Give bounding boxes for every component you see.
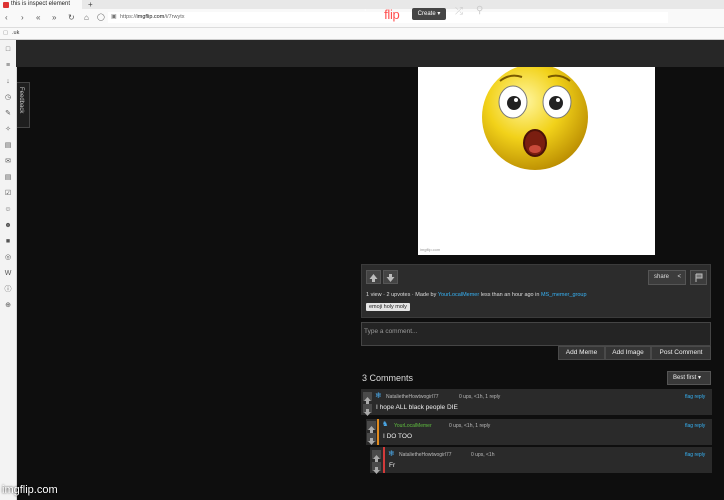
- downvote-button[interactable]: [383, 270, 398, 284]
- meme-watermark: imgflip.com: [420, 247, 441, 252]
- edit-icon[interactable]: ✎: [4, 110, 12, 118]
- comment-username[interactable]: NatalietheHowtwogirl77: [399, 452, 452, 458]
- browser-sidebar: □ ≡ ↓ ◷ ✎ ✧ ▤ ✉ ▤ ☑ ☺ ☻ ■ ◎ Wⓘ ⊕: [0, 40, 17, 500]
- comment-text: I hope ALL black people DIE: [376, 404, 458, 411]
- rewind-icon[interactable]: «: [36, 13, 40, 23]
- meme-image: [418, 64, 655, 255]
- comment-username[interactable]: NatalietheHowtwogirl77: [386, 394, 439, 400]
- mail-icon[interactable]: ✉: [4, 158, 12, 166]
- profile-icon[interactable]: ☻: [4, 222, 12, 230]
- reply-bar: [377, 419, 379, 445]
- flag-reply-links[interactable]: flag reply: [685, 423, 705, 429]
- bookmark-item[interactable]: .uk: [12, 30, 19, 36]
- reload-icon[interactable]: ↻: [68, 13, 75, 23]
- imgflip-logo[interactable]: imgflip: [364, 7, 400, 22]
- bookmarks-bar: ▢ .uk: [0, 28, 724, 40]
- pocket-icon[interactable]: □: [4, 46, 12, 54]
- crown-icon: ♞: [382, 421, 389, 428]
- up-arrow-icon: [369, 274, 378, 282]
- comment-upvote-button[interactable]: [363, 392, 372, 404]
- comment-downvote-button[interactable]: [363, 404, 372, 416]
- forward-icon[interactable]: ›: [21, 13, 24, 23]
- search-icon[interactable]: ⚲: [476, 5, 483, 16]
- history-icon[interactable]: ◷: [4, 94, 12, 102]
- create-button[interactable]: Create ▾: [412, 8, 446, 20]
- browser-tab[interactable]: this is inspect element: [0, 0, 82, 9]
- tab-title: this is inspect element: [11, 1, 71, 7]
- comment-downvote-button[interactable]: [367, 433, 376, 445]
- back-icon[interactable]: ‹: [5, 13, 8, 23]
- view-count: 1 view: [366, 292, 382, 298]
- browser-nav-bar: ‹ › « » ↻ ⌂ ◯ ▣ https://imgflip.com/i/7r…: [0, 9, 724, 28]
- checklist-icon[interactable]: ☑: [4, 190, 12, 198]
- comment-meta: 0 ups, <1h, 1 reply: [449, 423, 491, 429]
- down-arrow-icon: [373, 467, 380, 474]
- share-label: share: [654, 274, 670, 280]
- comment-downvote-button[interactable]: [372, 462, 381, 474]
- post-time: less than an hour ago in: [480, 292, 540, 298]
- post-comment-button[interactable]: Post Comment: [651, 346, 711, 360]
- url-text: https://imgflip.com/i/7rwytx: [120, 14, 185, 20]
- down-arrow-icon: [386, 274, 395, 282]
- shocked-emoji-image: [482, 64, 588, 170]
- avatar-icon: ❄: [388, 449, 395, 458]
- comment-meta: 0 ups, <1h, 1 reply: [459, 394, 501, 400]
- comment-meta: 0 ups, <1h: [471, 452, 495, 458]
- flag-reply-links[interactable]: flag reply: [685, 394, 705, 400]
- calendar-icon[interactable]: ▤: [4, 142, 12, 150]
- site-header: [16, 40, 724, 67]
- flag-icon: [695, 273, 703, 282]
- comment-upvote-button[interactable]: [367, 421, 376, 433]
- comment-upvote-button[interactable]: [372, 450, 381, 462]
- calendar-icon[interactable]: ▤: [4, 174, 12, 182]
- download-icon[interactable]: ↓: [4, 78, 12, 86]
- fast-forward-icon[interactable]: »: [52, 13, 56, 23]
- bird-icon[interactable]: ✧: [4, 126, 12, 134]
- vivaldi-icon[interactable]: ◎: [4, 254, 12, 262]
- wikipedia-icon[interactable]: W: [4, 270, 12, 278]
- info-icon[interactable]: ⓘ: [4, 286, 12, 294]
- plus-icon[interactable]: ⊕: [4, 302, 12, 310]
- mastodon-icon[interactable]: ■: [4, 238, 12, 246]
- upvote-count: 2 upvotes: [386, 292, 411, 298]
- new-tab-button[interactable]: +: [88, 0, 93, 9]
- reply-bar: [383, 447, 385, 473]
- author-link[interactable]: YourLocalMemer: [438, 292, 479, 298]
- comment-text: Fr: [389, 462, 396, 469]
- comment-username[interactable]: YourLocalMemer: [394, 423, 432, 429]
- post-tag[interactable]: emoji holy moly: [366, 303, 410, 311]
- down-arrow-icon: [364, 409, 371, 416]
- comment-item: [370, 447, 712, 473]
- post-info: 1 view · 2 upvotes · Made by YourLocalMe…: [366, 292, 587, 298]
- home-icon[interactable]: ⌂: [84, 13, 89, 23]
- comment-input[interactable]: [364, 326, 704, 336]
- stream-link[interactable]: MS_memer_group: [541, 292, 587, 298]
- tab-favicon-icon: [3, 2, 9, 8]
- reader-icon[interactable]: ≡: [4, 62, 12, 70]
- feedback-label: Feedback: [18, 87, 24, 114]
- folder-icon: ▢: [3, 30, 9, 36]
- avatar-icon: ❄: [375, 391, 382, 400]
- shield-icon[interactable]: ◯: [97, 13, 105, 23]
- people-icon[interactable]: ☺: [4, 206, 12, 214]
- sort-dropdown[interactable]: Best first ▾: [667, 371, 711, 385]
- shuffle-icon[interactable]: ⤮: [455, 6, 463, 17]
- down-arrow-icon: [368, 438, 375, 445]
- imgflip-watermark: imgflip.com: [2, 484, 58, 496]
- comment-item: [361, 389, 712, 415]
- share-icon: <: [677, 274, 681, 280]
- upvote-button[interactable]: [366, 270, 381, 284]
- add-meme-button[interactable]: Add Meme: [558, 346, 605, 360]
- flag-reply-links[interactable]: flag reply: [685, 452, 705, 458]
- made-by-label: Made by: [415, 292, 437, 298]
- share-button[interactable]: share <: [648, 270, 686, 285]
- flag-button[interactable]: [690, 270, 707, 285]
- comments-count: 3 Comments: [362, 373, 414, 383]
- feedback-tab[interactable]: Feedback: [17, 82, 30, 128]
- lock-icon: ▣: [111, 14, 117, 20]
- add-image-button[interactable]: Add Image: [605, 346, 651, 360]
- comment-text: I DO TOO: [383, 433, 413, 440]
- browser-tab-bar: this is inspect element +: [0, 0, 724, 9]
